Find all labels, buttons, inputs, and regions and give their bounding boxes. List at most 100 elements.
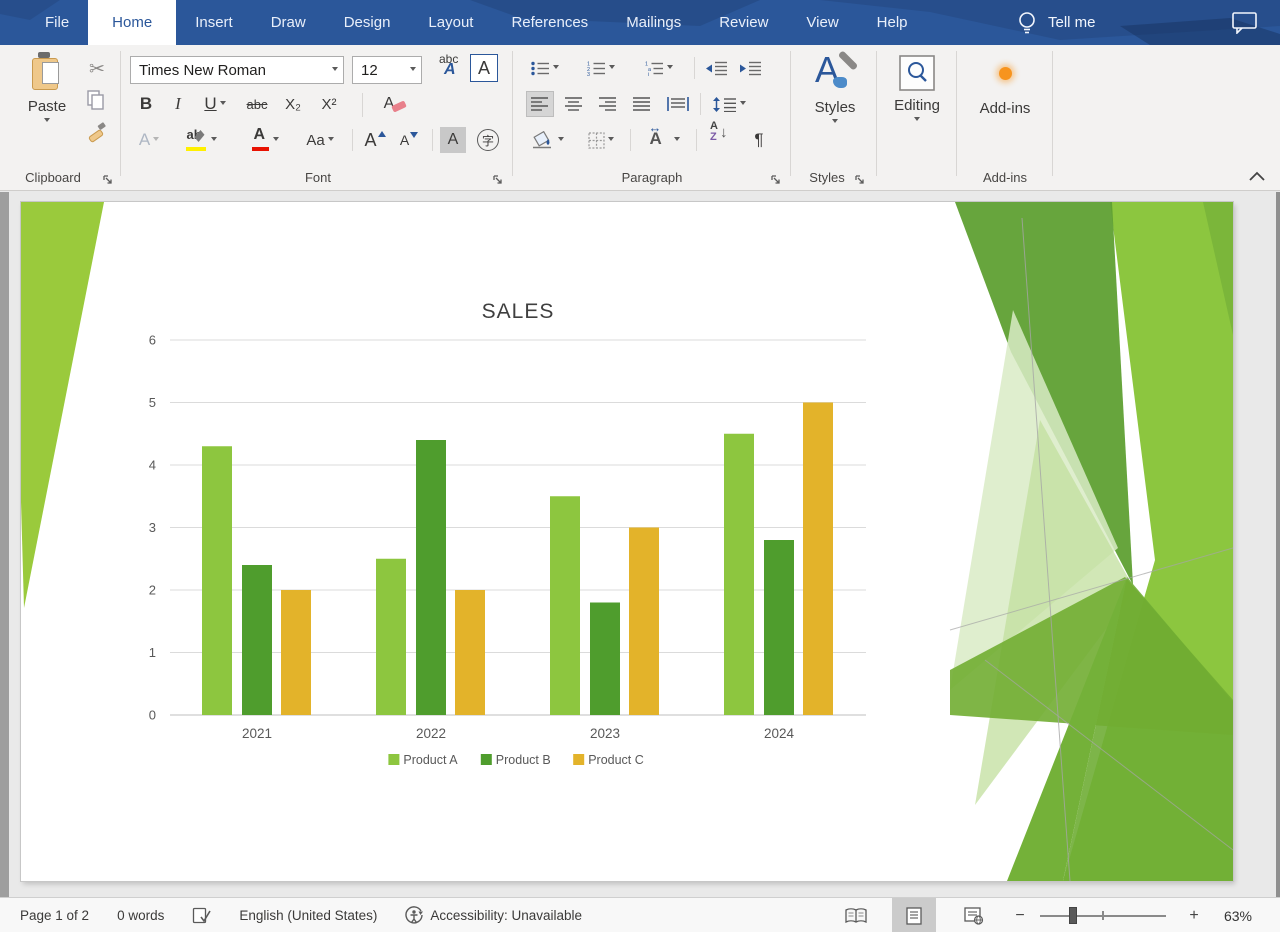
font-size-input[interactable] — [353, 62, 407, 79]
cut-icon[interactable]: ✂ — [84, 57, 110, 81]
zoom-in-button[interactable]: + — [1184, 898, 1204, 932]
font-name-combobox[interactable] — [130, 56, 344, 84]
language-status[interactable]: English (United States) — [239, 908, 377, 923]
font-name-dropdown-arrow[interactable] — [332, 67, 338, 74]
paste-clipboard-icon — [32, 55, 62, 93]
print-layout-button[interactable] — [892, 898, 936, 932]
styles-brush-tip — [833, 77, 847, 88]
shrink-caret — [410, 132, 418, 138]
subscript-button[interactable]: X₂ — [278, 91, 308, 117]
sales-bar-chart[interactable]: 01234562021202220232024SALESProduct APro… — [21, 282, 891, 802]
align-right-button[interactable] — [594, 91, 622, 117]
zoom-slider-thumb[interactable] — [1069, 907, 1077, 924]
read-mode-button[interactable] — [834, 898, 878, 932]
show-hide-marks-button[interactable]: ¶ — [746, 127, 772, 153]
grow-font-button[interactable]: A — [360, 127, 390, 153]
tab-insert[interactable]: Insert — [176, 0, 252, 45]
shading-button[interactable] — [526, 127, 568, 153]
styles-icon: A — [813, 53, 857, 95]
web-layout-button[interactable] — [952, 898, 996, 932]
tab-layout[interactable]: Layout — [409, 0, 492, 45]
document-workspace[interactable]: 01234562021202220232024SALESProduct APro… — [0, 192, 1280, 897]
char-scale-dropdown-arrow[interactable] — [674, 137, 680, 144]
font-name-input[interactable] — [131, 62, 329, 79]
text-effects-button[interactable]: A — [132, 127, 166, 153]
accessibility-status[interactable]: Accessibility: Unavailable — [405, 906, 582, 925]
font-color-a: A — [254, 126, 266, 144]
word-count[interactable]: 0 words — [117, 908, 164, 923]
line-spacing-button[interactable] — [708, 91, 750, 117]
tab-help[interactable]: Help — [858, 0, 927, 45]
font-color-icon: A — [252, 129, 270, 151]
zoom-level[interactable]: 63% — [1224, 898, 1252, 932]
tab-mailings[interactable]: Mailings — [607, 0, 700, 45]
multilevel-dropdown-arrow[interactable] — [667, 65, 673, 72]
decrease-indent-button[interactable] — [702, 55, 732, 81]
change-case-button[interactable]: Aa — [298, 127, 342, 153]
character-scaling-button[interactable]: ↔ A — [638, 127, 688, 153]
distribute-text-button[interactable] — [662, 91, 694, 117]
styles-dialog-launcher[interactable] — [854, 174, 865, 185]
align-center-button[interactable] — [560, 91, 588, 117]
clear-formatting-button[interactable]: A — [372, 91, 406, 117]
tab-view[interactable]: View — [787, 0, 857, 45]
tab-references[interactable]: References — [492, 0, 607, 45]
align-left-button[interactable] — [526, 91, 554, 117]
multilevel-list-button[interactable]: 1ai — [640, 55, 678, 81]
tab-home[interactable]: Home — [88, 0, 176, 45]
editing-button[interactable]: Editing — [884, 55, 950, 124]
numbering-dropdown-arrow[interactable] — [609, 65, 615, 72]
page-indicator[interactable]: Page 1 of 2 — [20, 908, 89, 923]
shading-dropdown-arrow[interactable] — [558, 137, 564, 144]
svg-text:SALES: SALES — [482, 300, 555, 323]
tab-draw[interactable]: Draw — [252, 0, 325, 45]
proofing-status[interactable] — [192, 907, 211, 924]
collapse-ribbon-chevron[interactable] — [1248, 171, 1266, 182]
character-border-button[interactable]: A — [470, 54, 498, 82]
increase-indent-button[interactable] — [736, 55, 766, 81]
font-size-combobox[interactable] — [352, 56, 422, 84]
sort-button[interactable]: A Z ↓ — [704, 127, 738, 153]
paste-button[interactable]: Paste — [16, 55, 78, 125]
enclose-characters-button[interactable]: 字 — [474, 127, 502, 153]
borders-button[interactable] — [580, 127, 622, 153]
editing-button-label: Editing — [894, 97, 940, 114]
styles-button[interactable]: A Styles — [800, 53, 870, 126]
italic-button[interactable]: I — [166, 91, 190, 117]
format-painter-icon[interactable] — [86, 121, 108, 143]
font-size-dropdown-arrow[interactable] — [410, 67, 416, 74]
bold-label: B — [140, 94, 152, 114]
paragraph-dialog-launcher[interactable] — [770, 174, 781, 185]
strikethrough-button[interactable]: abc — [242, 91, 272, 117]
window-left-edge — [0, 192, 9, 897]
character-shading-button[interactable]: A — [440, 127, 466, 153]
highlight-dropdown-arrow[interactable] — [211, 137, 217, 144]
tell-me[interactable]: Tell me — [1018, 0, 1096, 45]
document-page[interactable]: 01234562021202220232024SALESProduct APro… — [21, 202, 1233, 881]
copy-icon[interactable] — [86, 89, 106, 111]
tab-design[interactable]: Design — [325, 0, 410, 45]
shrink-font-button[interactable]: A — [394, 127, 424, 153]
font-dialog-launcher[interactable] — [492, 174, 503, 185]
bullets-dropdown-arrow[interactable] — [553, 65, 559, 72]
tab-file[interactable]: File — [26, 0, 88, 45]
superscript-button[interactable]: X² — [314, 91, 344, 117]
bold-button[interactable]: B — [134, 91, 158, 117]
addins-button[interactable]: Add-ins — [970, 59, 1040, 117]
justify-button[interactable] — [628, 91, 656, 117]
line-spacing-dropdown-arrow[interactable] — [740, 101, 746, 108]
numbering-button[interactable]: 123 — [582, 55, 620, 81]
font-color-button[interactable]: A — [244, 127, 286, 153]
tab-review[interactable]: Review — [700, 0, 787, 45]
underline-button[interactable]: U — [196, 91, 234, 117]
highlight-color-button[interactable]: ab — [178, 127, 224, 153]
underline-dropdown-arrow[interactable] — [220, 101, 226, 108]
comments-icon[interactable] — [1232, 12, 1258, 34]
change-case-dropdown-arrow[interactable] — [328, 137, 334, 144]
borders-dropdown-arrow[interactable] — [608, 137, 614, 144]
zoom-out-button[interactable]: − — [1010, 898, 1030, 932]
clipboard-dialog-launcher[interactable] — [102, 174, 113, 185]
font-color-dropdown-arrow[interactable] — [273, 137, 279, 144]
bullets-button[interactable] — [526, 55, 564, 81]
phonetic-guide-button[interactable]: abc A — [434, 53, 464, 83]
